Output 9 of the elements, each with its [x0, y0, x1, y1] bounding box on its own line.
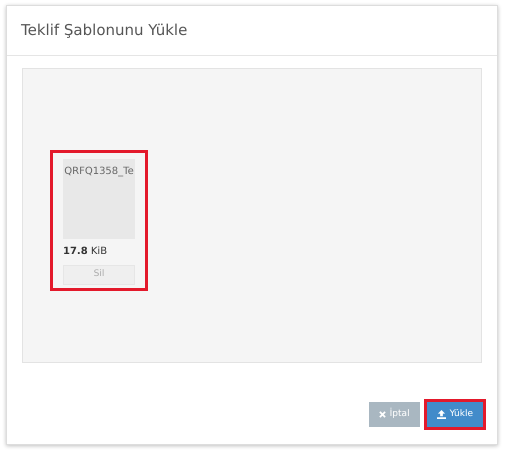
drop-zone[interactable]: QRFQ1358_Te 17.8 KiB Sil	[22, 68, 482, 363]
remove-button[interactable]: Sil	[63, 265, 135, 284]
upload-icon	[436, 410, 446, 419]
close-icon	[378, 410, 386, 418]
file-thumbnail: QRFQ1358_Te	[63, 159, 135, 239]
cancel-button[interactable]: İptal	[368, 402, 420, 427]
file-size: 17.8 KiB	[63, 245, 108, 259]
upload-button[interactable]: Yükle	[426, 402, 483, 427]
dialog-title: Teklif Şablonunu Yükle	[21, 20, 188, 42]
